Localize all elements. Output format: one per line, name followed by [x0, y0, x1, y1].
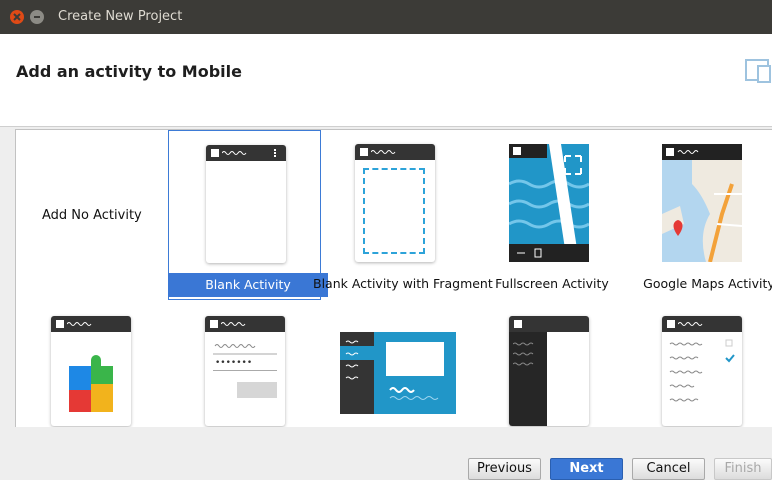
wizard-footer: Previous Next Cancel Finish	[0, 427, 772, 480]
title-squiggle-icon	[222, 151, 247, 155]
wizard-header: Add an activity to Mobile	[0, 34, 772, 127]
master-detail-thumbnail	[340, 332, 456, 414]
play-services-puzzle-icon	[69, 355, 113, 412]
blank-fragment-thumbnail	[355, 144, 435, 262]
minimize-window-button[interactable]	[30, 10, 44, 24]
google-maps-thumbnail	[662, 144, 742, 262]
tile-label-blank-activity: Blank Activity	[168, 273, 328, 297]
tile-settings-activity[interactable]	[627, 302, 772, 427]
window-title: Create New Project	[58, 9, 183, 24]
tile-google-maps[interactable]: Google Maps Activity	[627, 130, 772, 300]
page-title: Add an activity to Mobile	[16, 62, 242, 81]
tile-blank-activity[interactable]: Blank Activity	[168, 130, 328, 300]
tile-no-activity[interactable]: Add No Activity	[16, 130, 168, 302]
tile-login-activity[interactable]: •••••••	[168, 302, 321, 427]
tile-navigation-drawer[interactable]	[474, 302, 627, 427]
login-email-field	[213, 344, 277, 355]
tile-label-blank-fragment: Blank Activity with Fragment	[313, 276, 493, 291]
cancel-button[interactable]: Cancel	[632, 458, 705, 480]
tile-label-google-maps: Google Maps Activity	[643, 276, 772, 291]
finish-button[interactable]: Finish	[714, 458, 772, 480]
close-window-button[interactable]	[10, 10, 24, 24]
login-password-mask: •••••••	[215, 358, 253, 368]
tile-master-detail[interactable]	[321, 302, 474, 427]
device-icon	[745, 59, 771, 83]
tile-label-fullscreen: Fullscreen Activity	[495, 276, 609, 291]
fragment-placeholder	[363, 168, 425, 254]
next-button[interactable]: Next	[550, 458, 623, 480]
drawer-items	[513, 342, 534, 366]
fullscreen-thumbnail	[509, 144, 589, 262]
window-titlebar: Create New Project	[0, 0, 772, 34]
tile-play-services[interactable]	[16, 302, 168, 427]
close-icon	[13, 13, 21, 21]
blank-activity-thumbnail	[206, 145, 286, 263]
overflow-menu-icon	[274, 149, 278, 157]
tile-blank-fragment[interactable]: Blank Activity with Fragment	[313, 130, 493, 300]
settings-list	[669, 339, 735, 402]
title-squiggle-icon	[371, 150, 396, 154]
activity-gallery[interactable]: Add No Activity Blank Activity Blank Act…	[15, 129, 772, 428]
previous-button[interactable]: Previous	[468, 458, 541, 480]
login-button-thumb	[237, 382, 277, 398]
tile-fullscreen[interactable]: Fullscreen Activity	[474, 130, 627, 300]
no-activity-label: Add No Activity	[42, 208, 142, 223]
